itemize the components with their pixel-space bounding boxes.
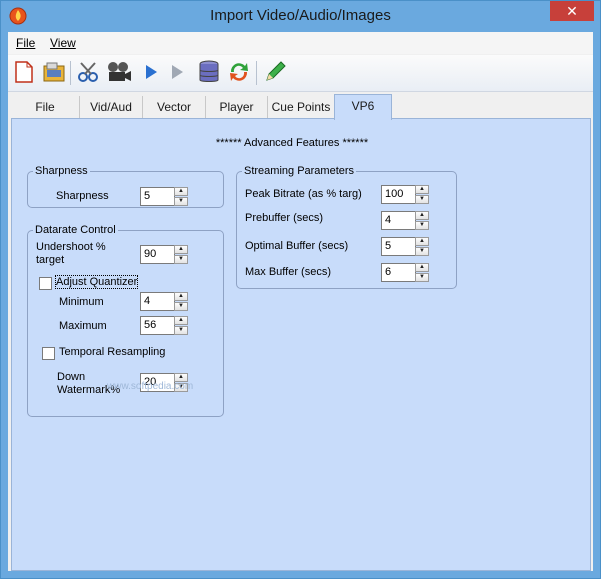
minimum-arrows: ▲ ▼ bbox=[174, 292, 188, 311]
sharpness-label: Sharpness bbox=[56, 190, 109, 202]
optimal-buffer-arrows: ▲ ▼ bbox=[415, 237, 429, 256]
menu-view[interactable]: View bbox=[50, 36, 76, 50]
tab-vp6[interactable]: VP6 bbox=[334, 94, 392, 120]
open-folder-icon bbox=[43, 62, 65, 82]
maximum-value[interactable]: 56 bbox=[140, 316, 175, 335]
softpedia-watermark: www.softpedia.com bbox=[107, 381, 194, 392]
spin-down-icon[interactable]: ▼ bbox=[415, 195, 429, 204]
maximum-spinner[interactable]: 56 ▲ ▼ bbox=[140, 316, 188, 335]
tab-vid-aud[interactable]: Vid/Aud bbox=[80, 96, 143, 118]
peak-bitrate-spinner[interactable]: 100 ▲ ▼ bbox=[381, 185, 429, 204]
scissors-icon bbox=[78, 62, 98, 82]
optimal-buffer-value[interactable]: 5 bbox=[381, 237, 416, 256]
menu-view-label: View bbox=[50, 36, 76, 50]
close-button[interactable]: ✕ bbox=[550, 1, 594, 21]
maximum-arrows: ▲ ▼ bbox=[174, 316, 188, 335]
sharpness-arrows: ▲ ▼ bbox=[174, 187, 188, 206]
edit-button[interactable] bbox=[262, 59, 288, 85]
play-button[interactable] bbox=[138, 59, 164, 85]
spin-down-icon[interactable]: ▼ bbox=[174, 302, 188, 311]
temporal-resampling-checkbox[interactable] bbox=[42, 347, 55, 360]
minimum-value[interactable]: 4 bbox=[140, 292, 175, 311]
play-icon bbox=[146, 65, 157, 79]
menu-bar: File View bbox=[8, 32, 593, 54]
datarate-legend: Datarate Control bbox=[35, 224, 116, 236]
spin-down-icon[interactable]: ▼ bbox=[415, 273, 429, 282]
adjust-quantizer-label[interactable]: Adjust Quantizer bbox=[54, 275, 139, 289]
menu-file[interactable]: File bbox=[16, 36, 35, 50]
prebuffer-spinner[interactable]: 4 ▲ ▼ bbox=[381, 211, 429, 230]
film-button[interactable] bbox=[106, 59, 132, 85]
film-reel-icon bbox=[108, 62, 131, 81]
spin-down-icon[interactable]: ▼ bbox=[174, 255, 188, 264]
temporal-resampling-label[interactable]: Temporal Resampling bbox=[59, 346, 165, 358]
menu-file-label: File bbox=[16, 36, 36, 50]
new-document-icon bbox=[15, 61, 33, 83]
optimal-buffer-label: Optimal Buffer (secs) bbox=[245, 240, 349, 252]
max-buffer-value[interactable]: 6 bbox=[381, 263, 416, 282]
streaming-parameters-group: Streaming Parameters Peak Bitrate (as % … bbox=[236, 165, 457, 289]
undershoot-label: Undershoot % target bbox=[36, 241, 106, 266]
tab-file[interactable]: File bbox=[11, 96, 80, 118]
max-buffer-arrows: ▲ ▼ bbox=[415, 263, 429, 282]
play-disabled-icon bbox=[172, 65, 183, 79]
tab-strip: File Vid/Aud Vector Player Cue Points VP… bbox=[11, 94, 591, 120]
tab-vector[interactable]: Vector bbox=[143, 96, 206, 118]
undershoot-value[interactable]: 90 bbox=[140, 245, 175, 264]
prebuffer-value[interactable]: 4 bbox=[381, 211, 416, 230]
database-icon bbox=[199, 60, 219, 82]
spin-up-icon[interactable]: ▲ bbox=[174, 292, 188, 301]
spin-up-icon[interactable]: ▲ bbox=[174, 187, 188, 196]
minimum-label: Minimum bbox=[59, 296, 104, 308]
prebuffer-label: Prebuffer (secs) bbox=[245, 212, 324, 224]
spin-up-icon[interactable]: ▲ bbox=[415, 185, 429, 194]
maximum-label: Maximum bbox=[59, 320, 107, 332]
spin-down-icon[interactable]: ▼ bbox=[174, 197, 188, 206]
spin-up-icon[interactable]: ▲ bbox=[415, 237, 429, 246]
tab-player[interactable]: Player bbox=[206, 96, 268, 118]
window-title: Import Video/Audio/Images bbox=[210, 7, 391, 24]
max-buffer-label: Max Buffer (secs) bbox=[245, 266, 331, 278]
streaming-legend: Streaming Parameters bbox=[244, 165, 355, 177]
pencil-icon bbox=[266, 61, 286, 81]
undershoot-spinner[interactable]: 90 ▲ ▼ bbox=[140, 245, 188, 264]
advanced-features-title: ****** Advanced Features ****** bbox=[215, 137, 369, 149]
spin-down-icon[interactable]: ▼ bbox=[415, 247, 429, 256]
new-document-button[interactable] bbox=[11, 59, 37, 85]
cut-button[interactable] bbox=[76, 59, 102, 85]
peak-bitrate-label: Peak Bitrate (as % targ) bbox=[245, 188, 362, 200]
spin-up-icon[interactable]: ▲ bbox=[415, 263, 429, 272]
sharpness-legend: Sharpness bbox=[35, 165, 88, 177]
prebuffer-arrows: ▲ ▼ bbox=[415, 211, 429, 230]
minimum-spinner[interactable]: 4 ▲ ▼ bbox=[140, 292, 188, 311]
client-area: File View File Vid/Aud Vector Player Cue… bbox=[8, 32, 593, 571]
spin-up-icon[interactable]: ▲ bbox=[415, 211, 429, 220]
open-folder-button[interactable] bbox=[41, 59, 67, 85]
toolbar bbox=[8, 55, 593, 92]
import-window: Import Video/Audio/Images ✕ File View Fi… bbox=[0, 0, 601, 579]
peak-bitrate-value[interactable]: 100 bbox=[381, 185, 416, 204]
sharpness-value[interactable]: 5 bbox=[140, 187, 175, 206]
spin-down-icon[interactable]: ▼ bbox=[174, 326, 188, 335]
tab-cue-points[interactable]: Cue Points bbox=[268, 96, 335, 118]
toolbar-separator bbox=[70, 61, 71, 85]
sharpness-spinner[interactable]: 5 ▲ ▼ bbox=[140, 187, 188, 206]
spin-up-icon[interactable]: ▲ bbox=[174, 316, 188, 325]
adjust-quantizer-checkbox[interactable] bbox=[39, 277, 52, 290]
refresh-button[interactable] bbox=[226, 59, 252, 85]
title-bar[interactable]: Import Video/Audio/Images ✕ bbox=[1, 1, 600, 32]
spin-down-icon[interactable]: ▼ bbox=[415, 221, 429, 230]
database-button[interactable] bbox=[196, 59, 222, 85]
max-buffer-spinner[interactable]: 6 ▲ ▼ bbox=[381, 263, 429, 282]
spin-up-icon[interactable]: ▲ bbox=[174, 245, 188, 254]
sharpness-group: Sharpness Sharpness 5 ▲ ▼ bbox=[27, 165, 224, 208]
optimal-buffer-spinner[interactable]: 5 ▲ ▼ bbox=[381, 237, 429, 256]
vp6-panel: ****** Advanced Features ****** Sharpnes… bbox=[11, 118, 591, 571]
play-disabled-button[interactable] bbox=[164, 59, 190, 85]
refresh-icon bbox=[230, 63, 248, 81]
undershoot-arrows: ▲ ▼ bbox=[174, 245, 188, 264]
toolbar-separator bbox=[256, 61, 257, 85]
peak-bitrate-arrows: ▲ ▼ bbox=[415, 185, 429, 204]
